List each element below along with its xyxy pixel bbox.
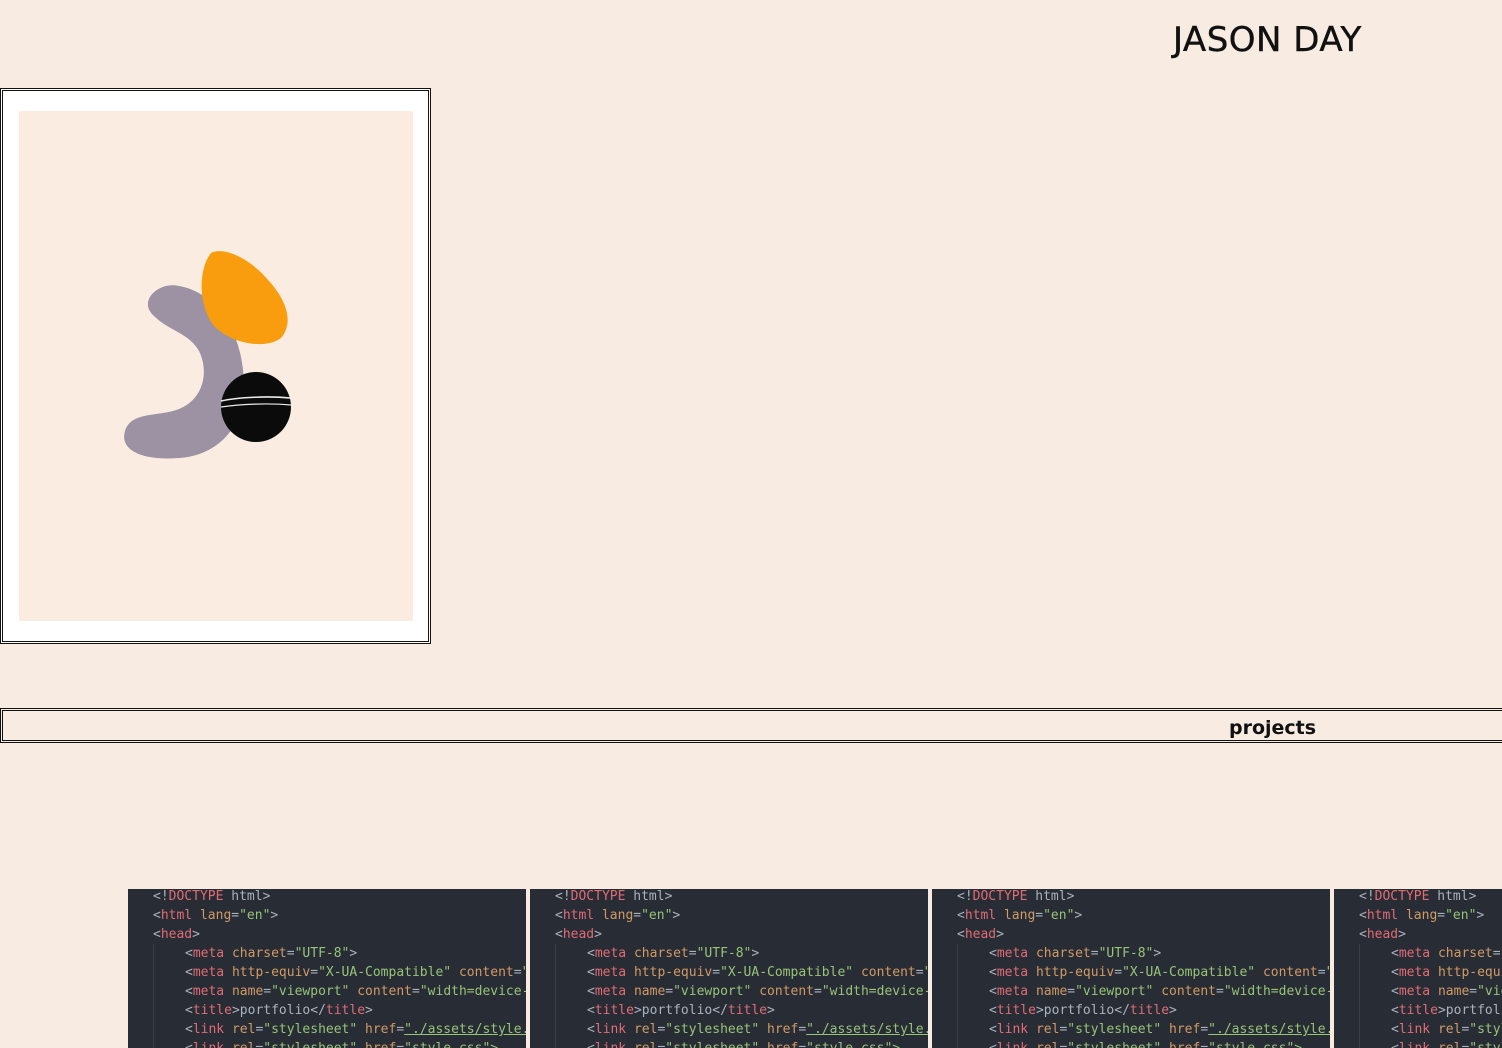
code-screenshot: <!DOCTYPE html> <html lang="en"> <head> <me…	[153, 889, 526, 1048]
code-line: <html lang="en">	[555, 908, 681, 923]
code-screenshot: <!DOCTYPE html> <html lang="en"> <head> <me…	[555, 889, 928, 1048]
code-line: <link rel="stylesheet" href="./assets/st…	[153, 1020, 526, 1039]
code-line: <title>portfolio</title>	[957, 1001, 1330, 1020]
code-line: <title>portfolio</title>	[555, 1001, 928, 1020]
code-line: <title>portfolio</title>	[153, 1001, 526, 1020]
hero-image-frame	[0, 88, 431, 644]
code-line: <meta charset="UTF-8">	[555, 944, 928, 963]
hero-artwork	[19, 111, 413, 621]
project-card-3[interactable]: <!DOCTYPE html> <html lang="en"> <head> <me…	[932, 889, 1330, 1048]
portfolio-page: JASON DAY projects <!DOCTYPE html> <html …	[0, 0, 1502, 1048]
code-line: <meta charset="UTF-8">	[957, 944, 1330, 963]
projects-heading: projects	[1229, 717, 1317, 739]
code-line: <link rel="stylesheet" href="./assets/st…	[1359, 1020, 1502, 1039]
code-line: <meta http-equiv="X-UA-Compatible" conte…	[957, 963, 1330, 982]
code-line: <html lang="en">	[153, 908, 279, 923]
code-line: <title>portfolio</title>	[1359, 1001, 1502, 1020]
code-line: <html lang="en">	[957, 908, 1083, 923]
code-line: <link rel="stylesheet" href="style.css">	[1359, 1039, 1502, 1048]
code-line: <meta http-equiv="X-UA-Compatible" conte…	[153, 963, 526, 982]
code-line: <!DOCTYPE html>	[153, 889, 271, 904]
code-line: <link rel="stylesheet" href="./assets/st…	[555, 1020, 928, 1039]
projects-section-header: projects	[0, 708, 1502, 743]
code-line: <head>	[1359, 927, 1406, 942]
code-screenshot: <!DOCTYPE html> <html lang="en"> <head> <me…	[1359, 889, 1502, 1048]
project-card-4[interactable]: <!DOCTYPE html> <html lang="en"> <head> <me…	[1334, 889, 1502, 1048]
code-line: <meta name="viewport" content="width=dev…	[1359, 982, 1502, 1001]
code-line: <link rel="stylesheet" href="style.css">	[957, 1039, 1330, 1048]
project-card-1[interactable]: <!DOCTYPE html> <html lang="en"> <head> <me…	[128, 889, 526, 1048]
code-line: <head>	[957, 927, 1004, 942]
code-line: <!DOCTYPE html>	[1359, 889, 1477, 904]
project-card-2[interactable]: <!DOCTYPE html> <html lang="en"> <head> <me…	[530, 889, 928, 1048]
code-line: <!DOCTYPE html>	[555, 889, 673, 904]
abstract-shapes-image	[124, 251, 292, 459]
code-line: <!DOCTYPE html>	[957, 889, 1075, 904]
code-line: <meta charset="UTF-8">	[1359, 944, 1502, 963]
code-line: <head>	[555, 927, 602, 942]
code-line: <html lang="en">	[1359, 908, 1485, 923]
site-title: JASON DAY	[1173, 20, 1362, 60]
code-line: <meta name="viewport" content="width=dev…	[957, 982, 1330, 1001]
code-line: <link rel="stylesheet" href="./assets/st…	[957, 1020, 1330, 1039]
code-screenshot: <!DOCTYPE html> <html lang="en"> <head> <me…	[957, 889, 1330, 1048]
code-line: <meta name="viewport" content="width=dev…	[153, 982, 526, 1001]
code-line: <link rel="stylesheet" href="style.css">	[153, 1039, 526, 1048]
black-circle-shape	[221, 372, 291, 442]
code-line: <meta http-equiv="X-UA-Compatible" conte…	[1359, 963, 1502, 982]
code-line: <meta name="viewport" content="width=dev…	[555, 982, 928, 1001]
code-line: <meta http-equiv="X-UA-Compatible" conte…	[555, 963, 928, 982]
code-line: <meta charset="UTF-8">	[153, 944, 526, 963]
code-line: <head>	[153, 927, 200, 942]
code-line: <link rel="stylesheet" href="style.css">	[555, 1039, 928, 1048]
